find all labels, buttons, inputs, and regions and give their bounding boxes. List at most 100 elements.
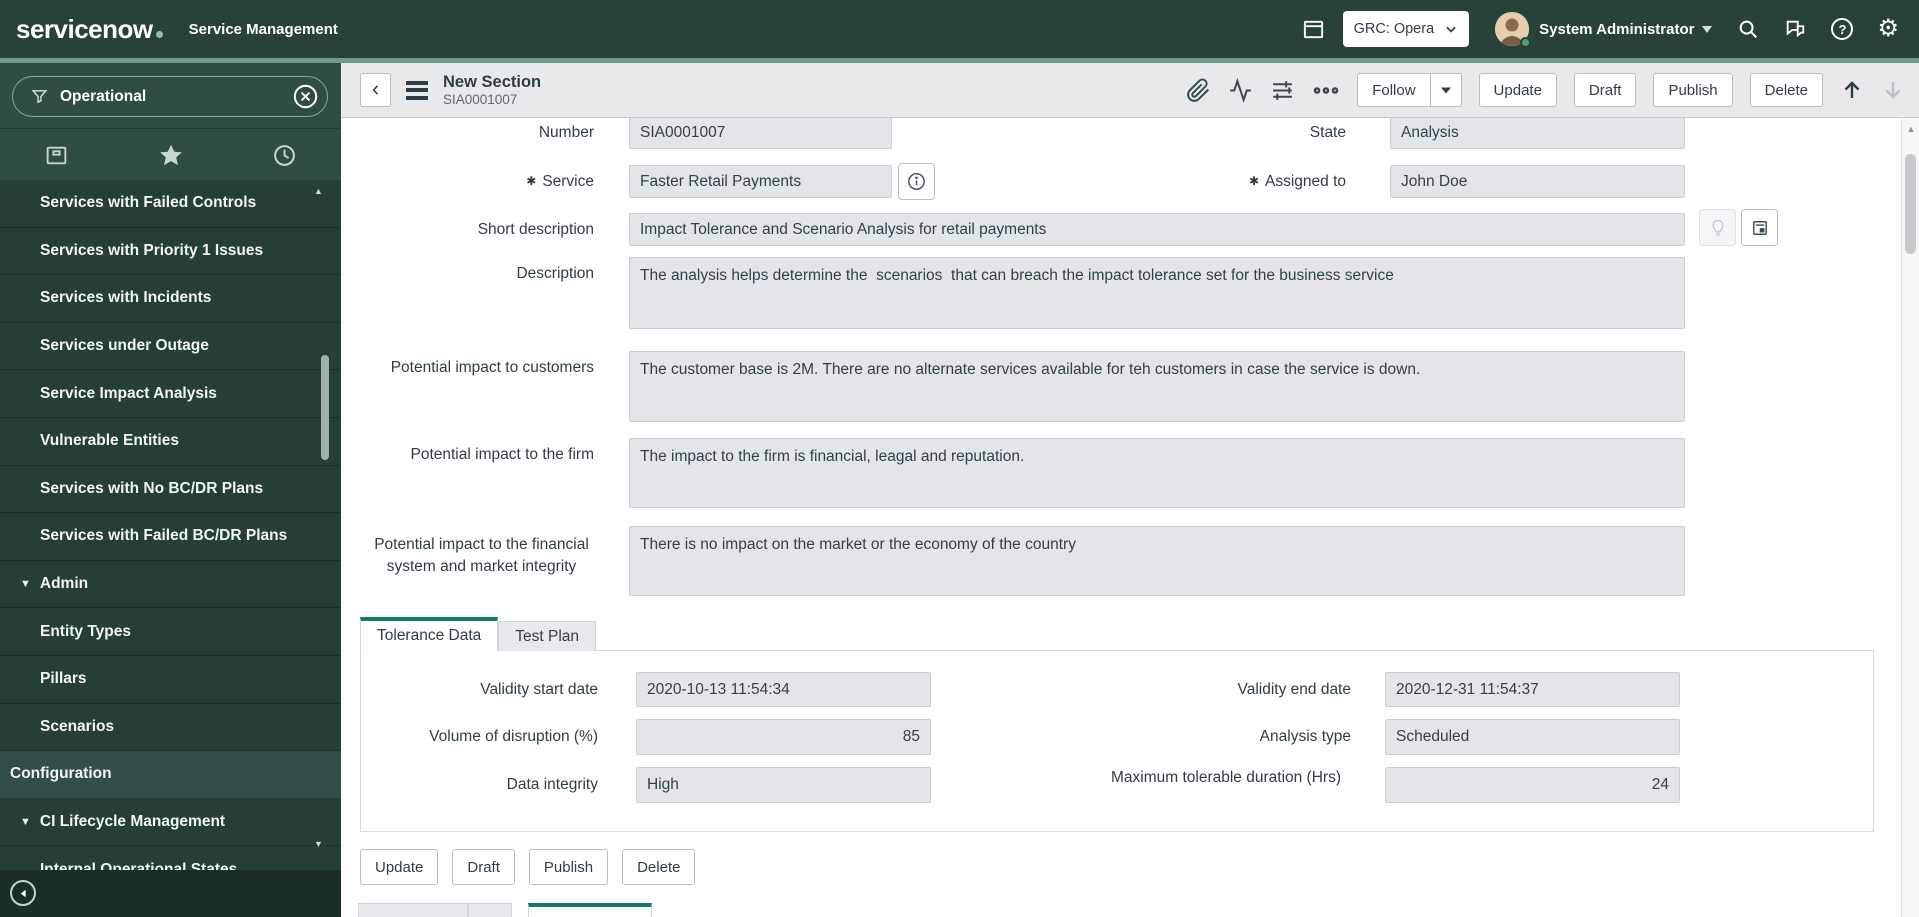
sidebar-scrollbar-thumb[interactable] xyxy=(321,355,329,460)
back-button[interactable] xyxy=(360,73,391,107)
user-avatar[interactable] xyxy=(1495,12,1532,48)
analysis-type-field[interactable]: Scheduled xyxy=(1385,719,1680,755)
related-list-tab-1[interactable] xyxy=(358,903,468,917)
tab-favorites[interactable] xyxy=(114,142,228,168)
publish-button[interactable]: Publish xyxy=(1653,73,1733,107)
next-record-button[interactable] xyxy=(1881,77,1905,103)
tab-tolerance-data[interactable]: Tolerance Data xyxy=(360,617,499,651)
service-info-button[interactable] xyxy=(898,163,935,200)
validity-end-field[interactable]: 2020-12-31 11:54:37 xyxy=(1385,672,1680,707)
sidebar-item-services-with-failed-controls[interactable]: Services with Failed Controls xyxy=(0,180,341,228)
filter-funnel-icon xyxy=(31,88,48,105)
settings-button[interactable]: ⚙ xyxy=(1877,17,1899,41)
navigator-filter-input[interactable]: Operational xyxy=(12,76,328,117)
help-button[interactable]: ? xyxy=(1831,18,1854,40)
tab-history[interactable] xyxy=(227,143,341,168)
info-icon xyxy=(906,171,927,192)
impact-financial-system-field[interactable]: There is no impact on the market or the … xyxy=(629,526,1685,596)
attachments-button[interactable] xyxy=(1186,77,1211,103)
validity-end-label: Validity end date xyxy=(1237,681,1351,698)
servicenow-logo[interactable]: servicenow xyxy=(16,14,163,45)
state-field[interactable]: Analysis xyxy=(1390,118,1685,149)
more-options-icon xyxy=(1312,78,1340,103)
record-toolbar: New Section SIA0001007 Follow Update Dra… xyxy=(341,63,1919,118)
short-description-field[interactable]: Impact Tolerance and Scenario Analysis f… xyxy=(629,213,1685,246)
related-list-tab-2[interactable] xyxy=(468,903,512,917)
follow-button[interactable]: Follow xyxy=(1357,73,1431,107)
favorites-icon xyxy=(158,142,184,168)
sidebar-item-services-with-no-bcdr-plans[interactable]: Services with No BC/DR Plans xyxy=(0,466,341,514)
sidebar-item-pillars[interactable]: Pillars xyxy=(0,656,341,704)
knowledge-book-icon xyxy=(1750,218,1770,238)
footer-delete-button[interactable]: Delete xyxy=(622,849,696,885)
footer-draft-button[interactable]: Draft xyxy=(452,849,515,885)
sidebar-scroll-down[interactable]: ▼ xyxy=(314,839,323,849)
sidebar-item-services-with-failed-bcdr-plans[interactable]: Services with Failed BC/DR Plans xyxy=(0,513,341,561)
clear-filter-icon xyxy=(292,83,319,110)
validity-start-label: Validity start date xyxy=(480,681,598,698)
description-field[interactable]: The analysis helps determine the scenari… xyxy=(629,257,1685,329)
footer-publish-button[interactable]: Publish xyxy=(528,849,609,885)
presence-available-dot xyxy=(1520,37,1532,48)
sidebar-item-services-under-outage[interactable]: Services under Outage xyxy=(0,323,341,371)
sidebar-item-services-with-incidents[interactable]: Services with Incidents xyxy=(0,275,341,323)
all-applications-icon xyxy=(44,143,69,168)
activity-stream-button[interactable] xyxy=(1228,77,1253,103)
connect-chat-button[interactable] xyxy=(1783,18,1807,40)
update-button[interactable]: Update xyxy=(1478,73,1557,107)
service-label: ✱ Service xyxy=(526,173,594,190)
chat-icon xyxy=(1783,18,1807,40)
main-scrollbar-thumb[interactable] xyxy=(1905,154,1916,254)
user-menu[interactable]: System Administrator xyxy=(1539,21,1713,38)
navigator-filter-row: Operational xyxy=(0,63,341,129)
previous-record-button[interactable] xyxy=(1840,77,1864,103)
global-search-button[interactable] xyxy=(1737,18,1759,40)
sidebar-group-ci-lifecycle-management[interactable]: ▼ CI Lifecycle Management xyxy=(0,799,341,847)
clear-filter-button[interactable] xyxy=(292,83,319,110)
footer-update-button[interactable]: Update xyxy=(360,849,439,885)
sidebar-item-services-with-priority-1-issues[interactable]: Services with Priority 1 Issues xyxy=(0,228,341,276)
follow-dropdown-button[interactable] xyxy=(1430,73,1462,107)
header-actions: GRC: Opera System Administrator ? ⚙ xyxy=(1302,11,1919,48)
sidebar-section-configuration[interactable]: Configuration xyxy=(0,751,341,799)
sidebar-item-scenarios[interactable]: Scenarios xyxy=(0,704,341,752)
collapse-sidebar-button[interactable] xyxy=(10,880,36,906)
validity-start-field[interactable]: 2020-10-13 11:54:34 xyxy=(636,672,931,707)
filter-value: Operational xyxy=(60,87,147,105)
suggestion-button[interactable] xyxy=(1699,209,1736,246)
sidebar-scroll-up[interactable]: ▲ xyxy=(314,186,323,196)
sidebar-group-admin[interactable]: ▼ Admin xyxy=(0,561,341,609)
draft-button[interactable]: Draft xyxy=(1573,73,1637,107)
max-tolerable-duration-label: Maximum tolerable duration (Hrs) xyxy=(1111,769,1341,786)
related-list-tab-3[interactable] xyxy=(528,903,652,917)
form-context-menu-button[interactable] xyxy=(406,80,428,100)
sidebar-item-vulnerable-entities[interactable]: Vulnerable Entities xyxy=(0,418,341,466)
service-field[interactable]: Faster Retail Payments xyxy=(629,165,892,198)
sidebar-item-service-impact-analysis[interactable]: Service Impact Analysis xyxy=(0,370,341,418)
volume-disruption-label: Volume of disruption (%) xyxy=(429,728,598,745)
tab-all-applications[interactable] xyxy=(0,143,114,168)
navigator-module-list: Services with Failed Controls Services w… xyxy=(0,180,341,894)
help-icon: ? xyxy=(1831,18,1854,40)
more-options-button[interactable] xyxy=(1312,78,1340,103)
delete-button[interactable]: Delete xyxy=(1749,73,1823,107)
tolerance-data-panel: Validity start date 2020-10-13 11:54:34 … xyxy=(360,650,1874,832)
search-knowledge-button[interactable] xyxy=(1741,209,1778,246)
form-footer-actions: Update Draft Publish Delete xyxy=(360,849,696,885)
application-scope-select[interactable]: GRC: Opera xyxy=(1342,11,1470,47)
main-scrollbar[interactable]: ▲ xyxy=(1901,118,1919,917)
number-field[interactable]: SIA0001007 xyxy=(629,118,892,149)
volume-disruption-field[interactable]: 85 xyxy=(636,719,931,755)
data-integrity-label: Data integrity xyxy=(506,776,598,793)
impact-firm-field[interactable]: The impact to the firm is financial, lea… xyxy=(629,438,1685,508)
impact-customers-field[interactable]: The customer base is 2M. There are no al… xyxy=(629,351,1685,422)
max-tolerable-duration-field[interactable]: 24 xyxy=(1385,767,1680,803)
tab-test-plan[interactable]: Test Plan xyxy=(498,621,597,651)
data-integrity-field[interactable]: High xyxy=(636,767,931,803)
scroll-up-arrow[interactable]: ▲ xyxy=(1902,124,1919,134)
sidebar-item-entity-types[interactable]: Entity Types xyxy=(0,608,341,656)
assigned-to-field[interactable]: John Doe xyxy=(1390,165,1685,198)
personalize-form-button[interactable] xyxy=(1270,78,1295,103)
state-label: State xyxy=(1309,124,1346,141)
app-window-button[interactable] xyxy=(1302,18,1325,41)
